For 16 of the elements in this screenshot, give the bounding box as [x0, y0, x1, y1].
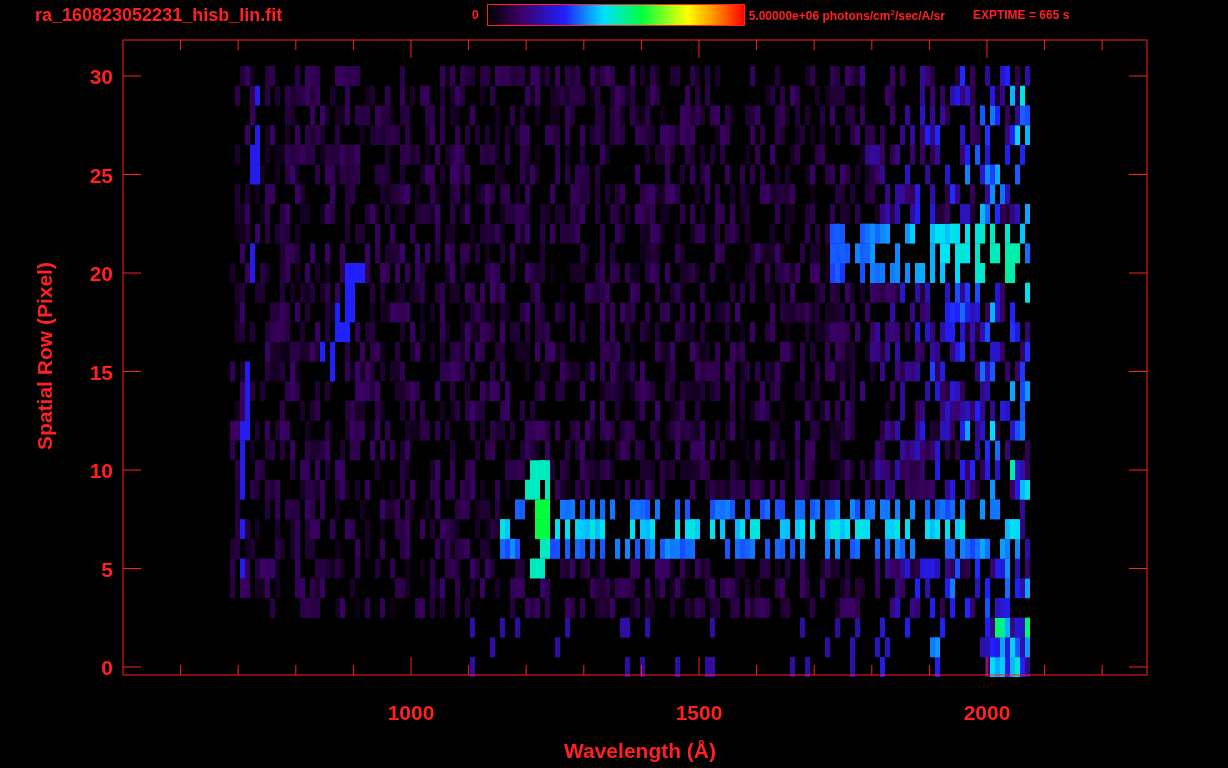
x-tick-label: 2000 [963, 701, 1011, 724]
colorbar-max-label: 5.00000e+06 photons/cm$^{2}$/sec/A/sr [748, 7, 945, 23]
exposure-time: EXPTIME = 665 s [972, 8, 1070, 22]
y-axis-label: Spatial Row (Pixel) [33, 262, 56, 450]
y-tick-label: 25 [89, 163, 113, 187]
y-tick-label: 15 [89, 360, 113, 384]
y-tick-label: 10 [89, 459, 113, 482]
y-tick-label: 30 [89, 65, 113, 88]
y-tick-label: 5 [101, 557, 113, 581]
y-tick-label: 20 [89, 262, 113, 285]
colorbar-min-label: 0 [472, 8, 479, 22]
x-tick-label: 1500 [675, 701, 723, 724]
y-tick-label: 0 [101, 656, 113, 679]
file-name: ra_160823052231_hisb_lin.fit [35, 4, 284, 26]
x-axis-label: Wavelength (Å) [563, 739, 717, 762]
x-tick-label: 1000 [387, 701, 435, 724]
